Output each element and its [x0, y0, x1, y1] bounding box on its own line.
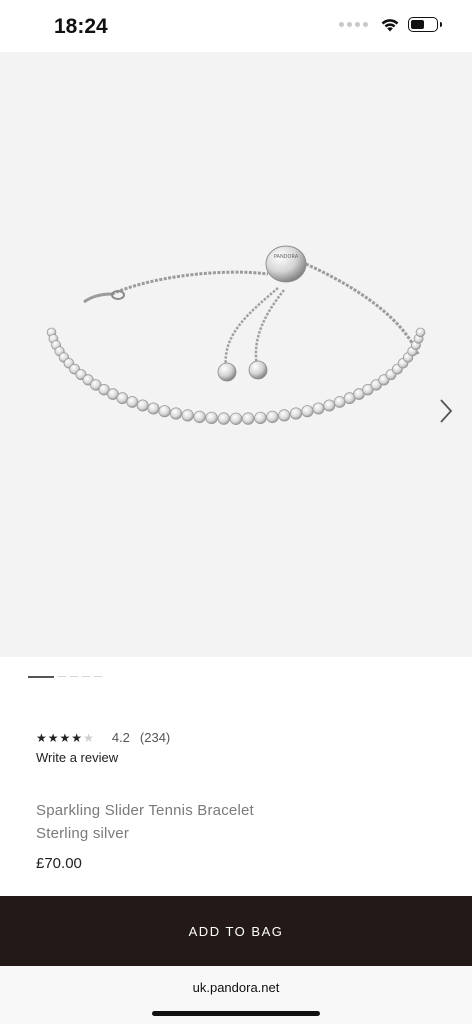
- home-indicator[interactable]: [152, 1011, 320, 1016]
- pager-dot[interactable]: [94, 676, 102, 677]
- star-filled-icon: ★: [59, 730, 71, 745]
- status-bar: 18:24: [0, 0, 472, 52]
- url-text[interactable]: uk.pandora.net: [0, 980, 472, 995]
- add-to-bag-button[interactable]: ADD TO BAG: [0, 896, 472, 966]
- signal-dots-icon: [339, 22, 368, 27]
- product-image: PANDORA: [46, 245, 426, 426]
- clasp-engraving: PANDORA: [274, 254, 299, 260]
- status-icons: [339, 17, 442, 32]
- gallery-pager[interactable]: [28, 676, 102, 678]
- rating-value: 4.2: [111, 730, 130, 745]
- pager-dot[interactable]: [28, 676, 54, 678]
- pager-dot[interactable]: [58, 676, 66, 677]
- product-price: £70.00: [36, 855, 82, 872]
- product-gallery[interactable]: PANDORA: [0, 52, 472, 657]
- product-material: Sterling silver: [36, 825, 130, 842]
- product-name: Sparkling Slider Tennis Bracelet: [36, 802, 254, 819]
- rating-row: ★ ★ ★ ★ ★ 4.2 (234): [36, 730, 170, 745]
- star-empty-icon: ★: [83, 730, 94, 745]
- rating-stars: ★ ★ ★ ★ ★: [36, 731, 94, 745]
- star-filled-icon: ★: [71, 730, 83, 745]
- wifi-icon: [381, 19, 399, 32]
- pager-dot[interactable]: [70, 676, 78, 677]
- rating-count: (234): [139, 730, 171, 745]
- star-filled-icon: ★: [36, 730, 47, 745]
- chevron-right-icon[interactable]: [436, 397, 456, 425]
- status-time: 18:24: [54, 15, 108, 38]
- browser-address-bar: uk.pandora.net: [0, 966, 472, 1024]
- battery-icon: [408, 17, 442, 32]
- star-filled-icon: ★: [47, 730, 59, 745]
- write-review-link[interactable]: Write a review: [36, 750, 118, 765]
- pager-dot[interactable]: [82, 676, 90, 677]
